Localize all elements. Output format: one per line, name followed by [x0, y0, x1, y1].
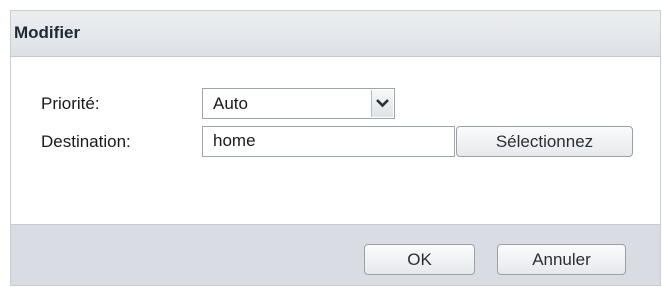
priority-select[interactable]: Auto — [202, 88, 395, 119]
dialog-footer: OK Annuler — [11, 224, 660, 285]
modifier-dialog: Modifier Priorité: Auto Destination: hom… — [10, 10, 661, 286]
dialog-title: Modifier — [14, 23, 81, 42]
ok-button[interactable]: OK — [364, 244, 475, 275]
destination-label: Destination: — [41, 132, 131, 151]
destination-input[interactable]: home — [202, 126, 455, 157]
select-destination-button[interactable]: Sélectionnez — [456, 126, 633, 157]
priority-label: Priorité: — [41, 94, 100, 113]
chevron-down-icon — [376, 99, 389, 108]
priority-dropdown-button[interactable] — [371, 90, 393, 117]
cancel-button[interactable]: Annuler — [497, 244, 626, 275]
priority-select-value: Auto — [213, 94, 248, 113]
dialog-title-bar[interactable]: Modifier — [11, 10, 660, 57]
